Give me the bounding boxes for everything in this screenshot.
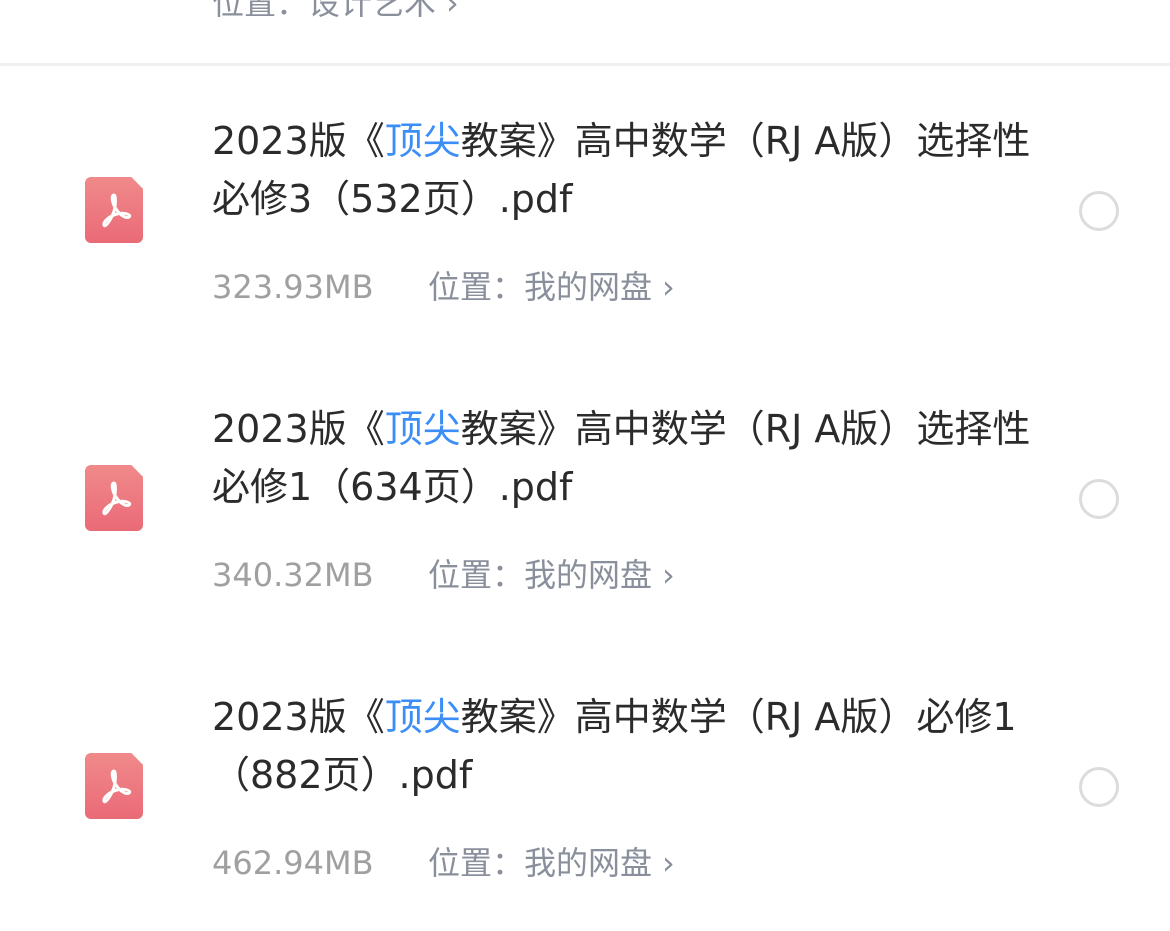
search-highlight: 顶尖 <box>384 119 461 163</box>
search-highlight: 顶尖 <box>384 407 461 451</box>
file-title: 2023版《顶尖教案》高中数学（RJ A版）选择性必修3（532页）.pdf <box>212 119 1031 221</box>
file-list-item[interactable]: 2023版《顶尖教案》高中数学（RJ A版）选择性必修3（532页）.pdf 3… <box>0 0 1170 306</box>
file-list-item[interactable]: 2023版《顶尖教案》高中数学（RJ A版）选择性必修1（634页）.pdf 3… <box>0 288 1170 594</box>
file-list-item[interactable]: 2023版《顶尖教案》高中数学（RJ A版）必修1（882页）.pdf 462.… <box>0 576 1170 882</box>
file-title: 2023版《顶尖教案》高中数学（RJ A版）选择性必修1（634页）.pdf <box>212 407 1031 509</box>
pdf-icon <box>85 753 143 819</box>
select-radio[interactable] <box>1079 191 1119 231</box>
pdf-icon <box>85 177 143 243</box>
pdf-icon <box>85 465 143 531</box>
search-highlight: 顶尖 <box>384 695 461 739</box>
select-radio[interactable] <box>1079 767 1119 807</box>
file-location-link[interactable]: 位置：我的网盘 › <box>428 844 675 882</box>
chevron-right-icon: › <box>662 844 675 882</box>
file-size: 462.94MB <box>212 844 374 882</box>
file-title: 2023版《顶尖教案》高中数学（RJ A版）必修1（882页）.pdf <box>212 695 1017 797</box>
select-radio[interactable] <box>1079 479 1119 519</box>
